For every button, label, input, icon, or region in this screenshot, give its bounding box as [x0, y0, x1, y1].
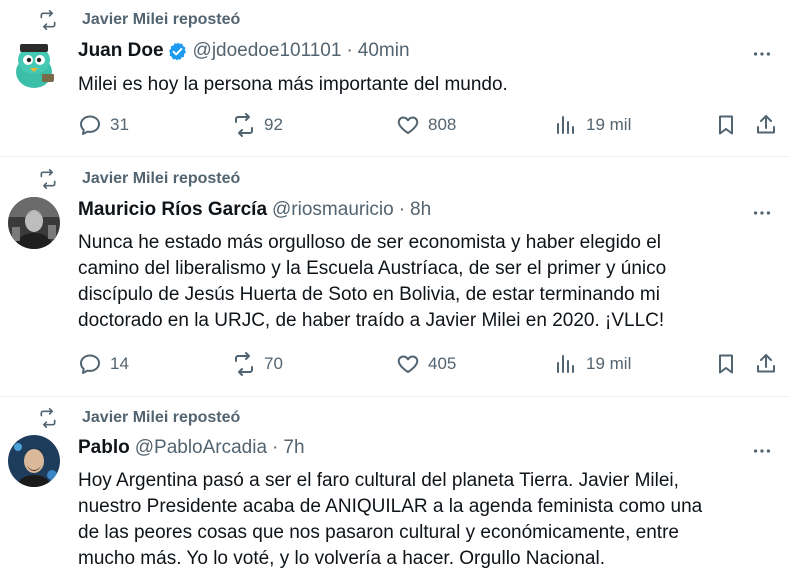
more-dots-icon — [753, 52, 771, 56]
more-options-button[interactable] — [750, 42, 774, 66]
repost-label: Javier Milei reposteó — [82, 11, 241, 28]
repost-icon — [40, 408, 56, 428]
tweet-text-line: discípulo de Jesús Huerta de Soto en Bol… — [78, 284, 660, 305]
share-icon — [757, 115, 775, 134]
author-handle[interactable]: @PabloArcadia — [135, 437, 267, 459]
views-button[interactable]: 19 mil — [554, 113, 631, 137]
repost-icon — [40, 169, 56, 189]
share-icon — [757, 354, 775, 373]
repost-icon — [235, 352, 253, 376]
share-button[interactable] — [754, 113, 778, 137]
tweet-text: Milei es hoy la persona más importante d… — [78, 74, 508, 95]
tweet-text-line: Hoy Argentina pasó a ser el faro cultura… — [78, 470, 679, 491]
bookmark-icon — [719, 115, 733, 135]
views-count: 19 mil — [586, 115, 632, 134]
repost-indicator: Javier Milei reposteó — [38, 408, 240, 428]
tweet-text-line: nuestro Presidente acaba de ANIQUILAR a … — [78, 496, 703, 517]
tweet-actions: 31 92 808 19 mil — [78, 113, 778, 143]
repost-label: Javier Milei reposteó — [82, 170, 241, 187]
reply-button[interactable]: 31 — [78, 113, 129, 137]
share-button[interactable] — [754, 352, 778, 376]
avatar-image — [8, 435, 60, 487]
avatar-image — [8, 38, 60, 90]
repost-indicator: Javier Milei reposteó — [38, 169, 240, 189]
more-options-button[interactable] — [750, 439, 774, 463]
repost-count: 92 — [264, 115, 283, 134]
heart-icon — [397, 355, 419, 373]
repost-count: 70 — [264, 354, 283, 373]
tweet-text-line: camino del liberalismo y la Escuela Aust… — [78, 258, 667, 279]
heart-icon — [397, 116, 419, 134]
reply-button[interactable]: 14 — [78, 352, 129, 376]
author-name[interactable]: Mauricio Ríos García — [78, 199, 267, 221]
reply-icon — [80, 354, 100, 374]
like-count: 808 — [428, 115, 457, 134]
separator-dot: · — [272, 437, 279, 458]
repost-icon — [235, 113, 253, 137]
tweet-card[interactable]: Javier Milei reposteó Mauricio Ríos Garc… — [0, 157, 790, 397]
repost-button[interactable]: 70 — [232, 352, 283, 376]
views-count: 19 mil — [586, 354, 632, 373]
reply-count: 14 — [110, 354, 129, 373]
timestamp[interactable]: 40min — [358, 40, 410, 62]
tweet-actions: 14 70 405 19 mil — [78, 352, 778, 382]
more-options-button[interactable] — [750, 201, 774, 225]
separator-dot: · — [398, 199, 406, 220]
tweet-card[interactable]: Javier Milei reposteó Juan Doe @jdoedoe1… — [0, 0, 790, 157]
repost-button[interactable]: 92 — [232, 113, 283, 137]
separator-dot: · — [346, 40, 353, 61]
author-handle[interactable]: @riosmauricio — [272, 199, 394, 221]
avatar-image — [8, 197, 60, 249]
views-chart-icon — [557, 116, 574, 134]
repost-label: Javier Milei reposteó — [82, 409, 241, 426]
bookmark-button[interactable] — [714, 352, 738, 376]
reply-icon — [80, 115, 100, 135]
tweet-text: Nunca he estado más orgulloso de ser eco… — [78, 230, 778, 334]
repost-indicator: Javier Milei reposteó — [38, 10, 240, 30]
tweet-header: Mauricio Ríos García @riosmauricio · 8h — [78, 199, 431, 221]
tweet-text-line: de las peores cosas que nos pasaron cult… — [78, 522, 679, 543]
like-count: 405 — [428, 354, 457, 373]
tweet-text-line: doctorado en la URJC, de haber traído a … — [78, 310, 665, 331]
bookmark-icon — [719, 354, 733, 374]
tweet-header: Juan Doe @jdoedoe101101 · 40min — [78, 40, 410, 62]
timestamp[interactable]: 8h — [410, 199, 431, 221]
tweet-text-line: Nunca he estado más orgulloso de ser eco… — [78, 232, 662, 253]
tweet-header: Pablo @PabloArcadia · 7h — [78, 437, 305, 459]
more-dots-icon — [753, 211, 771, 215]
bookmark-button[interactable] — [714, 113, 738, 137]
author-name[interactable]: Juan Doe — [78, 40, 164, 62]
avatar[interactable] — [8, 197, 60, 249]
author-handle[interactable]: @jdoedoe101101 — [193, 40, 342, 62]
verified-badge-icon — [168, 41, 186, 61]
like-button[interactable]: 405 — [396, 352, 456, 376]
views-button[interactable]: 19 mil — [554, 352, 631, 376]
reply-count: 31 — [110, 115, 129, 134]
more-dots-icon — [753, 449, 771, 453]
timestamp[interactable]: 7h — [283, 437, 304, 459]
author-name[interactable]: Pablo — [78, 437, 130, 459]
tweet-text-line: mucho más. Yo lo voté, y lo volvería a h… — [78, 548, 605, 569]
avatar[interactable] — [8, 435, 60, 487]
avatar[interactable] — [8, 38, 60, 90]
views-chart-icon — [557, 355, 574, 373]
like-button[interactable]: 808 — [396, 113, 456, 137]
tweet-text: Hoy Argentina pasó a ser el faro cultura… — [78, 468, 778, 572]
timeline-feed: Javier Milei reposteó Juan Doe @jdoedoe1… — [0, 0, 790, 581]
repost-icon — [40, 10, 56, 30]
tweet-card[interactable]: Javier Milei reposteó Pablo @PabloArcadi… — [0, 397, 790, 581]
